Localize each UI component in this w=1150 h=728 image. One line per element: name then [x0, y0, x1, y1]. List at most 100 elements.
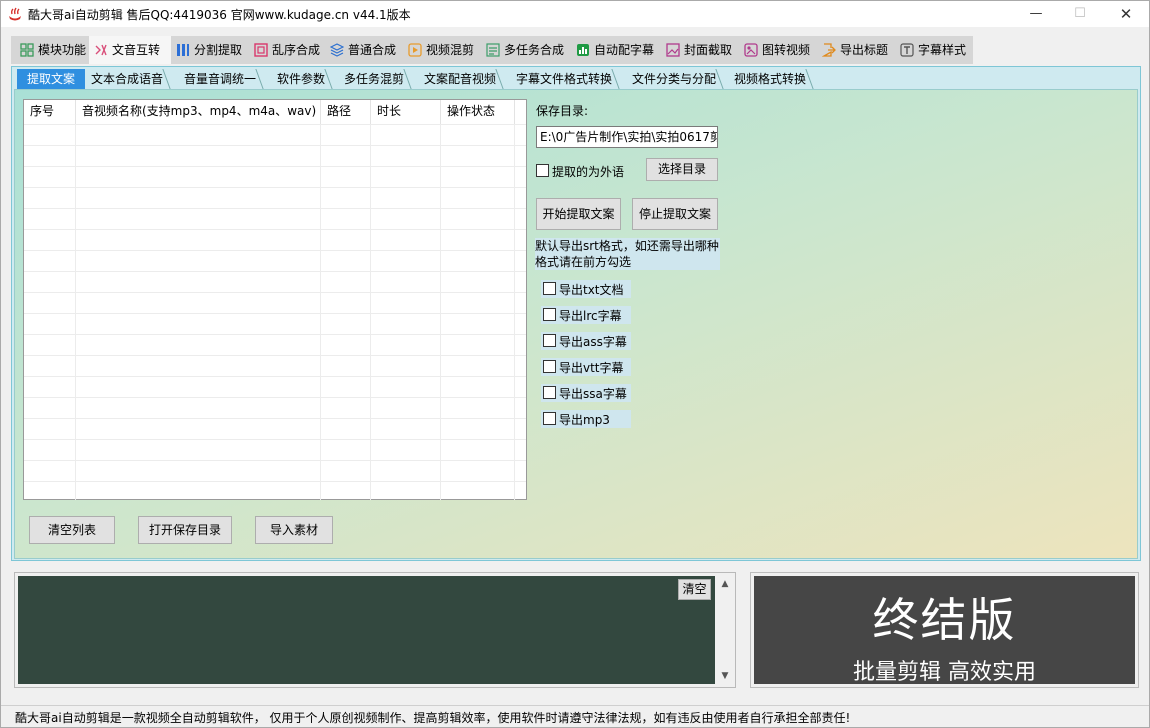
- module-tab-subtitle-style[interactable]: 字幕样式: [895, 36, 973, 64]
- column-header[interactable]: 音视频名称(支持mp3、mp4、m4a、wav): [76, 100, 321, 124]
- chart-icon: [577, 44, 589, 56]
- module-tab-shuffle[interactable]: 乱序合成: [249, 36, 325, 64]
- export-option-vtt[interactable]: 导出vtt字幕: [541, 358, 631, 376]
- extract-text-panel: 序号 音视频名称(支持mp3、mp4、m4a、wav) 路径 时长 操作状态 清…: [14, 89, 1138, 559]
- module-tab-label: 自动配字幕: [594, 43, 655, 57]
- module-tab-label: 分割提取: [194, 43, 243, 57]
- choose-dir-button[interactable]: 选择目录: [646, 158, 718, 181]
- convert-icon: [95, 44, 107, 56]
- module-tab-picture-video[interactable]: 图转视频: [739, 36, 817, 64]
- module-tab-normal-merge[interactable]: 普通合成: [325, 36, 403, 64]
- export-option-lrc[interactable]: 导出lrc字幕: [541, 306, 631, 324]
- sub-tab-label: 文案配音视频: [424, 72, 497, 86]
- promo-subtitle: 批量剪辑 高效实用: [853, 660, 1036, 685]
- log-scrollbar[interactable]: ▲ ▼: [717, 576, 733, 684]
- table-row: [24, 124, 526, 145]
- module-tab-modules[interactable]: 模块功能: [15, 36, 89, 64]
- sub-tab-area: 提取文案 文本合成语音 音量音调统一 软件参数 多任务混剪 文案配音视频 字幕文…: [11, 66, 1141, 561]
- clear-list-button[interactable]: 清空列表: [29, 516, 115, 544]
- export-option-ssa[interactable]: 导出ssa字幕: [541, 384, 631, 402]
- module-tab-label: 多任务合成: [504, 43, 565, 57]
- video-mix-icon: [408, 43, 422, 57]
- table-row: [24, 460, 526, 481]
- column-header[interactable]: 序号: [24, 100, 76, 124]
- option-label: 导出txt文档: [559, 283, 624, 297]
- sub-tab-label: 多任务混剪: [344, 72, 405, 86]
- sub-tab-extract-text[interactable]: 提取文案: [17, 69, 85, 89]
- import-material-button[interactable]: 导入素材: [255, 516, 333, 544]
- log-panel: 清空 ▲ ▼: [14, 572, 736, 688]
- export-format-note: 默认导出srt格式，如还需导出哪种格式请在前方勾选: [535, 238, 720, 270]
- sub-tab-volume[interactable]: 音量音调统一: [184, 69, 264, 89]
- sub-tab-multi-mix[interactable]: 多任务混剪: [344, 69, 412, 89]
- scroll-up-icon[interactable]: ▲: [717, 576, 733, 592]
- table-row: [24, 334, 526, 355]
- sub-tab-label: 文本合成语音: [91, 72, 164, 86]
- module-tab-label: 文音互转: [112, 43, 161, 57]
- save-dir-input[interactable]: E:\0广告片制作\实拍\实拍0617剪: [536, 126, 718, 148]
- stop-extract-button[interactable]: 停止提取文案: [632, 198, 718, 230]
- file-list-table[interactable]: 序号 音视频名称(支持mp3、mp4、m4a、wav) 路径 时长 操作状态: [23, 99, 527, 500]
- save-dir-label: 保存目录:: [536, 104, 589, 118]
- sub-tab-label: 字幕文件格式转换: [516, 72, 613, 86]
- option-label: 导出ssa字幕: [559, 387, 627, 401]
- column-header[interactable]: 时长: [371, 100, 441, 124]
- option-label: 导出lrc字幕: [559, 309, 622, 323]
- status-text: 酷大哥ai自动剪辑是一款视频全自动剪辑软件， 仅用于个人原创视频制作、提高剪辑效…: [15, 711, 851, 725]
- export-mp3-checkbox[interactable]: [543, 412, 556, 425]
- table-row: [24, 397, 526, 418]
- open-save-dir-button[interactable]: 打开保存目录: [138, 516, 232, 544]
- module-tab-label: 字幕样式: [918, 43, 967, 57]
- export-ssa-checkbox[interactable]: [543, 386, 556, 399]
- export-vtt-checkbox[interactable]: [543, 360, 556, 373]
- option-label: 导出ass字幕: [559, 335, 627, 349]
- sub-tab-tts[interactable]: 文本合成语音: [91, 69, 171, 89]
- table-row: [24, 292, 526, 313]
- log-output[interactable]: [18, 576, 715, 684]
- module-tab-auto-subtitle[interactable]: 自动配字幕: [571, 36, 661, 64]
- module-tab-split[interactable]: 分割提取: [171, 36, 249, 64]
- export-option-txt[interactable]: 导出txt文档: [541, 280, 631, 298]
- close-button[interactable]: ✕: [1103, 1, 1149, 27]
- column-header[interactable]: 操作状态: [441, 100, 515, 124]
- table-row: [24, 313, 526, 334]
- start-extract-button[interactable]: 开始提取文案: [536, 198, 621, 230]
- sub-tab-label: 音量音调统一: [184, 72, 257, 86]
- table-row: [24, 187, 526, 208]
- sub-tab-file-classify[interactable]: 文件分类与分配: [632, 69, 724, 89]
- title-bar: 酷大哥ai自动剪辑 售后QQ:4419036 官网www.kudage.cn v…: [1, 1, 1149, 27]
- module-tab-text-audio[interactable]: 文音互转: [89, 36, 171, 64]
- sub-tab-settings[interactable]: 软件参数: [277, 69, 333, 89]
- minimize-button[interactable]: —: [1013, 1, 1059, 27]
- window-title: 酷大哥ai自动剪辑 售后QQ:4419036 官网www.kudage.cn v…: [28, 8, 411, 22]
- foreign-language-checkbox[interactable]: [536, 164, 549, 177]
- scroll-down-icon[interactable]: ▼: [717, 668, 733, 684]
- sub-tab-video-convert[interactable]: 视频格式转换: [734, 69, 814, 89]
- sub-tab-subtitle-convert[interactable]: 字幕文件格式转换: [516, 69, 620, 89]
- column-header[interactable]: 路径: [321, 100, 371, 124]
- sub-tab-dubbing[interactable]: 文案配音视频: [424, 69, 504, 89]
- text-style-icon: [900, 43, 914, 57]
- export-icon: [822, 43, 836, 57]
- module-tab-label: 视频混剪: [426, 43, 475, 57]
- module-tab-label: 导出标题: [840, 43, 889, 57]
- table-row: [24, 271, 526, 292]
- table-row: [24, 418, 526, 439]
- module-tab-export-title[interactable]: 导出标题: [817, 36, 895, 64]
- table-row: [24, 229, 526, 250]
- export-option-mp3[interactable]: 导出mp3: [541, 410, 631, 428]
- module-tab-multi-task[interactable]: 多任务合成: [481, 36, 571, 64]
- clear-log-button[interactable]: 清空: [678, 579, 711, 600]
- app-window: 酷大哥ai自动剪辑 售后QQ:4419036 官网www.kudage.cn v…: [0, 0, 1150, 728]
- module-tab-label: 封面截取: [684, 43, 733, 57]
- export-lrc-checkbox[interactable]: [543, 308, 556, 321]
- export-ass-checkbox[interactable]: [543, 334, 556, 347]
- module-tab-video-mix[interactable]: 视频混剪: [403, 36, 481, 64]
- export-txt-checkbox[interactable]: [543, 282, 556, 295]
- sub-tab-label: 文件分类与分配: [632, 72, 717, 86]
- table-row: [24, 439, 526, 460]
- foreign-language-label: 提取的为外语: [552, 165, 625, 179]
- module-tab-cover[interactable]: 封面截取: [661, 36, 739, 64]
- maximize-button[interactable]: ☐: [1057, 1, 1103, 27]
- export-option-ass[interactable]: 导出ass字幕: [541, 332, 631, 350]
